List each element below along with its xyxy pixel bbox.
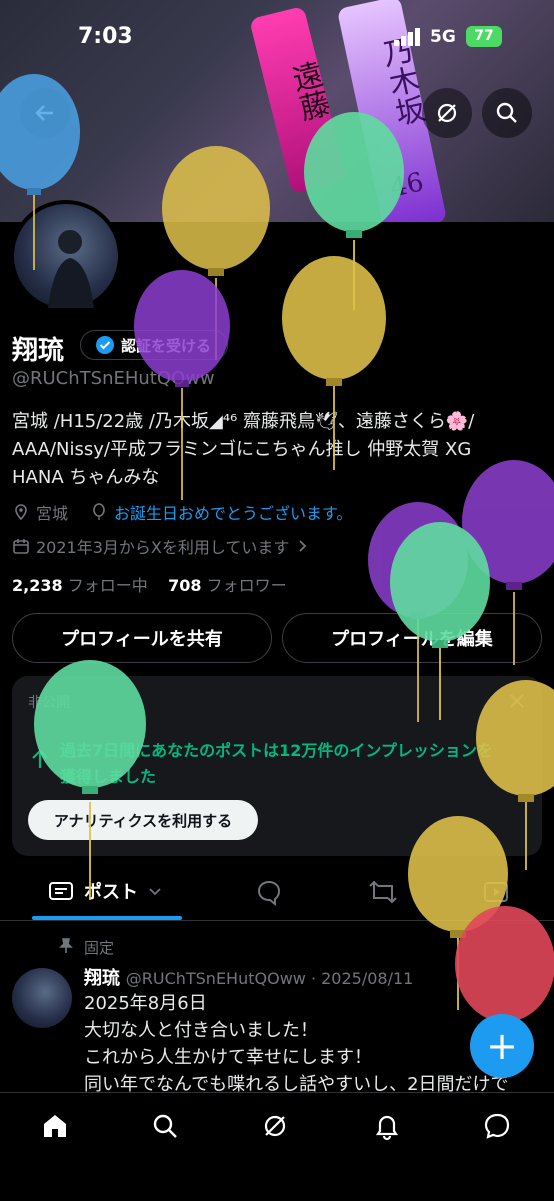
signal-icon: [394, 28, 420, 46]
search-icon: [496, 102, 517, 123]
profile-location: 宮城: [12, 500, 68, 524]
profile-birthday[interactable]: お誕生日おめでとうございます。: [90, 500, 352, 524]
status-time: 7:03: [78, 24, 133, 49]
avatar[interactable]: [10, 200, 122, 312]
bio-line: HANA ちゃんみな: [12, 467, 160, 488]
search-button[interactable]: [482, 88, 532, 138]
bottom-navigation: [0, 1092, 554, 1201]
notifications-icon[interactable]: [372, 1111, 402, 1141]
media-icon[interactable]: [482, 878, 510, 906]
bio-line: AAA/Nissy/平成フラミンゴにこちゃん推し 仲野太賀 XG: [12, 439, 472, 460]
post-header: 翔琉 @RUChTSnEHutQOww · 2025/08/11: [84, 964, 413, 990]
home-icon[interactable]: [40, 1111, 70, 1141]
close-icon[interactable]: [508, 692, 526, 710]
grok-button[interactable]: [422, 88, 472, 138]
back-arrow-icon: [35, 105, 53, 121]
tab-posts[interactable]: ポスト: [48, 878, 162, 904]
avatar-figure: [48, 230, 94, 308]
status-bar: 7:03 5G 77: [0, 0, 554, 74]
network-type: 5G: [430, 27, 456, 47]
messages-icon[interactable]: [482, 1111, 512, 1141]
analytics-button[interactable]: アナリティクスを利用する: [28, 800, 258, 840]
profile-handle: @RUChTSnEHutQOww: [12, 368, 215, 389]
search-icon[interactable]: [150, 1111, 180, 1141]
verified-icon: [96, 336, 114, 354]
back-button[interactable]: [20, 88, 70, 138]
post-author[interactable]: 翔琉: [84, 968, 120, 989]
profile-bio: 宮城 /H15/22歳 /乃木坂◢⁴⁶ 齋藤飛鳥🕊、遠藤さくら🌸/ AAA/Ni…: [12, 408, 542, 492]
compose-button[interactable]: +: [470, 1014, 534, 1078]
chevron-down-icon: [149, 888, 161, 896]
followers-link[interactable]: 708 フォロワー: [168, 576, 287, 595]
reply-icon[interactable]: [255, 878, 283, 906]
pinned-label: 固定: [84, 939, 115, 957]
grok-icon: [437, 103, 457, 123]
verify-button[interactable]: 認証を受ける: [80, 330, 228, 360]
pin-icon: [59, 938, 73, 953]
share-profile-button[interactable]: プロフィールを共有: [12, 613, 272, 663]
active-tab-indicator: [32, 916, 182, 920]
post-handle-date: @RUChTSnEHutQOww · 2025/08/11: [125, 969, 414, 988]
arrow-up-icon: [32, 749, 48, 768]
following-link[interactable]: 2,238 フォロー中: [12, 576, 148, 595]
analytics-message: 過去7日間にあなたのポストは12万件のインプレッションを 獲得しました: [60, 741, 493, 786]
profile-joined[interactable]: 2021年3月からXを利用しています: [12, 534, 309, 558]
battery-level: 77: [466, 26, 502, 47]
private-badge: 非公開: [28, 695, 70, 711]
verify-label: 認証を受ける: [121, 336, 212, 355]
calendar-icon: [13, 539, 29, 554]
repost-icon[interactable]: [368, 878, 398, 906]
grok-icon[interactable]: [260, 1111, 290, 1141]
post-avatar[interactable]: [12, 968, 72, 1028]
follow-counts: 2,238 フォロー中 708 フォロワー: [12, 572, 287, 596]
chevron-right-icon: [299, 540, 307, 552]
balloon-icon: [93, 503, 105, 520]
bio-line: 宮城 /H15/22歳 /乃木坂◢⁴⁶ 齋藤飛鳥🕊、遠藤さくら🌸/: [12, 411, 475, 432]
location-icon: [15, 504, 27, 521]
edit-profile-button[interactable]: プロフィールを編集: [282, 613, 542, 663]
posts-icon: [49, 882, 73, 900]
profile-name: 翔琉: [12, 336, 65, 366]
